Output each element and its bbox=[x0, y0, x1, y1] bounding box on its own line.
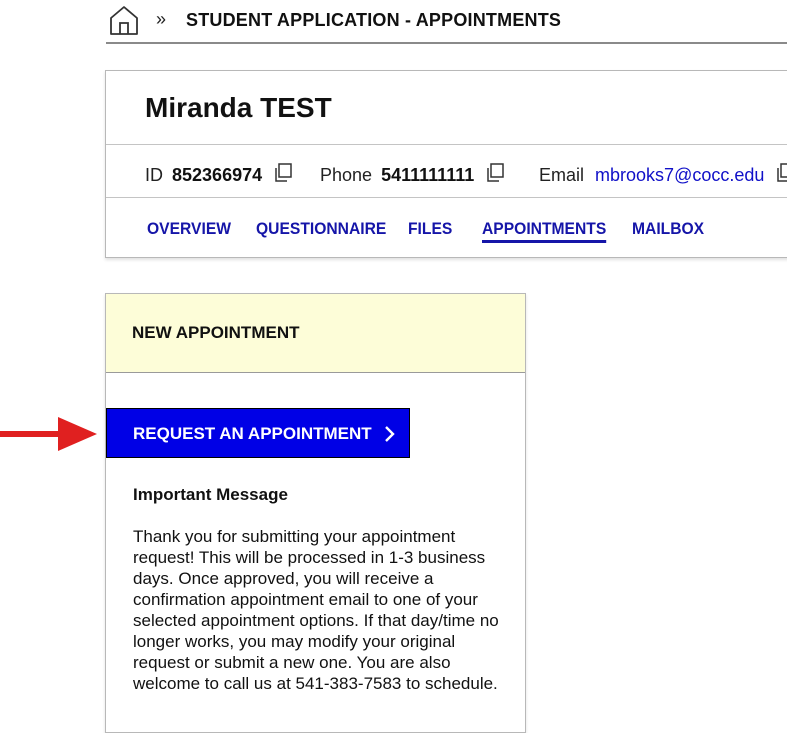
email-field: Email mbrooks7@cocc.edu bbox=[539, 163, 787, 186]
card-divider bbox=[106, 197, 787, 198]
home-icon[interactable] bbox=[108, 4, 140, 36]
message-body: Thank you for submitting your appointmen… bbox=[133, 527, 499, 693]
phone-label: Phone bbox=[320, 165, 373, 185]
new-appointment-panel: NEW APPOINTMENT REQUEST AN APPOINTMENT I… bbox=[105, 293, 526, 733]
email-link[interactable]: mbrooks7@cocc.edu bbox=[595, 165, 764, 185]
id-field: ID 852366974 bbox=[145, 163, 293, 186]
tab-appointments[interactable]: APPOINTMENTS bbox=[482, 219, 607, 243]
page-title: STUDENT APPLICATION - APPOINTMENTS bbox=[186, 10, 562, 30]
student-card: Miranda TEST ID 852366974 Phone 54111111… bbox=[105, 70, 787, 258]
id-label: ID bbox=[145, 165, 163, 185]
message-title: Important Message bbox=[133, 485, 288, 504]
breadcrumb-separator: » bbox=[156, 9, 167, 29]
phone-field: Phone 5411111111 bbox=[320, 163, 505, 186]
copy-icon[interactable] bbox=[485, 163, 505, 183]
phone-value: 5411111111 bbox=[381, 165, 475, 185]
id-value: 852366974 bbox=[172, 165, 263, 185]
tab-files[interactable]: FILES bbox=[408, 219, 452, 239]
card-divider bbox=[106, 144, 787, 145]
email-label: Email bbox=[539, 165, 585, 185]
tab-overview[interactable]: OVERVIEW bbox=[147, 219, 231, 239]
request-appointment-button[interactable]: REQUEST AN APPOINTMENT bbox=[106, 408, 410, 458]
request-appointment-label: REQUEST AN APPOINTMENT bbox=[133, 424, 372, 443]
contact-info-row: ID 852366974 Phone 5411111111 Email mbro… bbox=[106, 163, 787, 189]
panel-header: NEW APPOINTMENT bbox=[106, 294, 525, 373]
chevron-right-icon bbox=[385, 426, 395, 442]
copy-icon[interactable] bbox=[273, 163, 293, 183]
tab-bar: OVERVIEW QUESTIONNAIRE FILES APPOINTMENT… bbox=[106, 219, 787, 249]
tab-questionnaire[interactable]: QUESTIONNAIRE bbox=[256, 219, 386, 239]
student-name: Miranda TEST bbox=[145, 92, 332, 123]
copy-icon[interactable] bbox=[775, 163, 787, 183]
red-arrow-icon bbox=[0, 417, 97, 451]
panel-title: NEW APPOINTMENT bbox=[132, 323, 300, 342]
breadcrumb: » STUDENT APPLICATION - APPOINTMENTS bbox=[106, 0, 787, 44]
tab-mailbox[interactable]: MAILBOX bbox=[632, 219, 704, 239]
